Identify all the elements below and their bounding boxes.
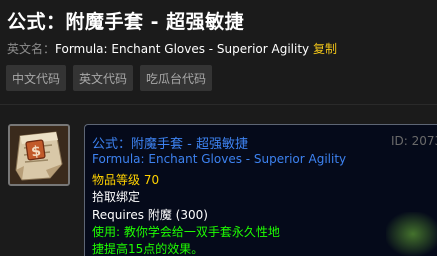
tab-english-code[interactable]: 英文代码 bbox=[73, 65, 134, 91]
page-title: 公式：附魔手套 - 超强敏捷 bbox=[7, 11, 245, 33]
tab-chinese-code[interactable]: 中文代码 bbox=[6, 65, 67, 91]
tooltip-requires: Requires 附魔 (300) bbox=[92, 208, 208, 222]
english-name-label: 英文名： bbox=[7, 42, 56, 56]
tooltip-english-name: Formula: Enchant Gloves - Superior Agili… bbox=[92, 152, 347, 166]
english-name-text: Formula: Enchant Gloves - Superior Agili… bbox=[55, 42, 310, 56]
tooltip-item-name[interactable]: 公式：附魔手套 - 超强敏捷 bbox=[92, 133, 248, 152]
tooltip-use-effect-line1: 使用: 教你学会给一双手套永久性地 bbox=[92, 225, 280, 239]
section-divider bbox=[0, 104, 437, 105]
code-tabs: 中文代码 英文代码 吃瓜台代码 bbox=[6, 65, 213, 91]
recipe-scroll-icon-graphic: $ bbox=[10, 126, 68, 184]
copy-link[interactable]: 复制 bbox=[313, 42, 337, 56]
item-page: 公式：附魔手套 - 超强敏捷 英文名：Formula: Enchant Glov… bbox=[0, 0, 437, 256]
tab-chigua-code[interactable]: 吃瓜台代码 bbox=[140, 65, 213, 91]
tooltip-use-effect-line2: 捷提高15点的效果。 bbox=[92, 242, 204, 256]
watermark-logo bbox=[386, 212, 437, 256]
tooltip-item-level: 物品等级 70 bbox=[92, 173, 160, 187]
item-tooltip: 公式：附魔手套 - 超强敏捷 ID: 2073 Formula: Enchant… bbox=[84, 124, 437, 256]
tooltip-bind-type: 拾取绑定 bbox=[92, 190, 141, 204]
recipe-scroll-icon[interactable]: $ bbox=[8, 124, 70, 186]
item-id: ID: 2073 bbox=[391, 134, 437, 148]
english-name-row: 英文名：Formula: Enchant Gloves - Superior A… bbox=[7, 40, 337, 57]
